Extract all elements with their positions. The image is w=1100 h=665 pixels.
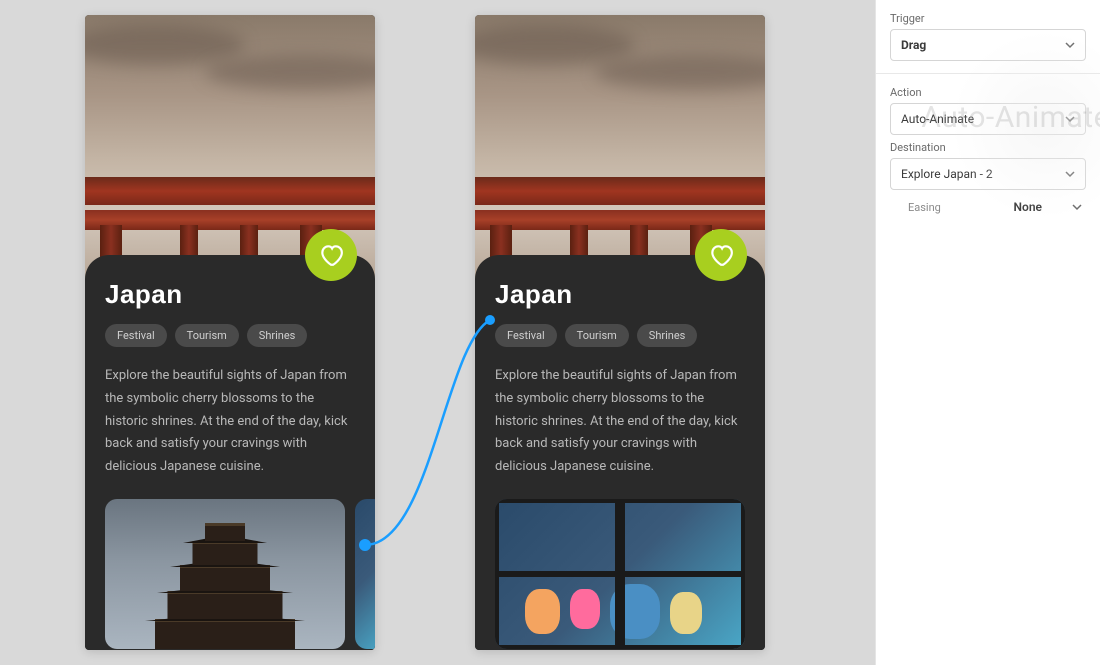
card-title: Japan [105, 279, 355, 310]
image-gallery[interactable] [105, 499, 355, 649]
tag-chip[interactable]: Tourism [175, 324, 239, 347]
easing-select[interactable]: None [1014, 200, 1086, 214]
favorite-button[interactable] [305, 229, 357, 281]
card-title: Japan [495, 279, 745, 310]
tag-chip[interactable]: Festival [105, 324, 167, 347]
divider [876, 73, 1100, 74]
prototype-panel: Auto-Animate Trigger Drag Action Auto-An… [875, 0, 1100, 665]
chevron-down-icon [1065, 169, 1075, 179]
gallery-image-anime[interactable] [495, 499, 745, 649]
chevron-down-icon [1065, 40, 1075, 50]
tag-chip[interactable]: Shrines [247, 324, 308, 347]
content-sheet: Japan Festival Tourism Shrines Explore t… [85, 255, 375, 650]
gallery-image-castle[interactable] [105, 499, 345, 649]
action-select[interactable]: Auto-Animate [890, 103, 1086, 135]
tag-list: Festival Tourism Shrines [105, 324, 355, 347]
destination-label: Destination [890, 141, 1086, 154]
artboard-explore-japan-2[interactable]: Japan Festival Tourism Shrines Explore t… [475, 15, 765, 650]
tag-chip[interactable]: Tourism [565, 324, 629, 347]
design-canvas[interactable]: Japan Festival Tourism Shrines Explore t… [0, 0, 875, 665]
action-value: Auto-Animate [901, 112, 974, 126]
favorite-button[interactable] [695, 229, 747, 281]
content-sheet: Japan Festival Tourism Shrines Explore t… [475, 255, 765, 650]
action-label: Action [890, 86, 1086, 99]
destination-value: Explore Japan - 2 [901, 167, 993, 181]
heart-icon [318, 242, 344, 268]
card-description: Explore the beautiful sights of Japan fr… [105, 365, 355, 479]
tag-chip[interactable]: Festival [495, 324, 557, 347]
chevron-down-icon [1072, 202, 1082, 212]
easing-label: Easing [908, 201, 941, 214]
tag-chip[interactable]: Shrines [637, 324, 698, 347]
tag-list: Festival Tourism Shrines [495, 324, 745, 347]
heart-icon [708, 242, 734, 268]
trigger-select[interactable]: Drag [890, 29, 1086, 61]
chevron-down-icon [1065, 114, 1075, 124]
card-description: Explore the beautiful sights of Japan fr… [495, 365, 745, 479]
gallery-image-peek[interactable] [355, 499, 375, 649]
artboard-explore-japan-1[interactable]: Japan Festival Tourism Shrines Explore t… [85, 15, 375, 650]
image-gallery[interactable] [495, 499, 745, 649]
trigger-value: Drag [901, 38, 926, 52]
trigger-label: Trigger [890, 12, 1086, 25]
destination-select[interactable]: Explore Japan - 2 [890, 158, 1086, 190]
easing-value: None [1014, 200, 1042, 214]
